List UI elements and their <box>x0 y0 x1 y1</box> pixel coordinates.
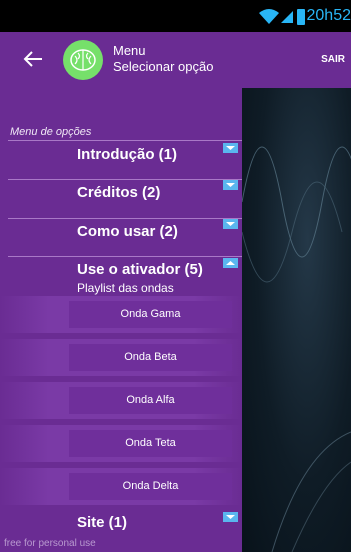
list-item: Onda Alfa <box>0 382 242 419</box>
status-time: 20h52 <box>306 7 351 24</box>
battery-icon <box>297 9 305 25</box>
exit-button[interactable]: SAIR <box>321 54 345 65</box>
divider <box>8 140 242 141</box>
divider <box>8 218 242 219</box>
menu-group-creditos[interactable]: Créditos (2) <box>8 179 242 219</box>
list-item: Onda Gama <box>0 296 242 333</box>
playlist-description: Playlist das ondas <box>77 281 174 295</box>
background-video <box>242 32 351 552</box>
menu-group-label: Use o ativador (5) <box>77 261 203 278</box>
watermark-text: free for personal use <box>4 538 96 549</box>
app-logo-avatar <box>63 40 103 80</box>
back-arrow-icon[interactable] <box>22 48 44 70</box>
status-bar: 20h52 <box>0 0 351 32</box>
menu-group-como-usar[interactable]: Como usar (2) <box>8 218 242 258</box>
onda-gama-button[interactable]: Onda Gama <box>69 301 232 328</box>
onda-beta-button[interactable]: Onda Beta <box>69 344 232 371</box>
expand-indicator-icon <box>223 180 238 190</box>
menu-group-label: Créditos (2) <box>77 184 161 201</box>
expand-indicator-icon <box>223 512 238 522</box>
app-bar: Menu Selecionar opção SAIR <box>0 32 351 88</box>
app-bar-title: Menu <box>113 43 146 58</box>
divider <box>8 179 242 180</box>
divider <box>8 256 242 257</box>
menu-group-label: Como usar (2) <box>77 223 178 240</box>
wifi-icon <box>259 9 279 24</box>
menu-group-introducao[interactable]: Introdução (1) <box>8 140 242 180</box>
onda-teta-button[interactable]: Onda Teta <box>69 430 232 457</box>
list-item: Onda Delta <box>0 468 242 505</box>
onda-alfa-button[interactable]: Onda Alfa <box>69 387 232 414</box>
expand-indicator-icon <box>223 219 238 229</box>
expand-indicator-icon <box>223 143 238 153</box>
list-item: Onda Beta <box>0 339 242 376</box>
onda-delta-button[interactable]: Onda Delta <box>69 473 232 500</box>
menu-group-label: Site (1) <box>77 514 128 531</box>
collapse-indicator-icon <box>223 258 238 268</box>
list-item: Onda Teta <box>0 425 242 462</box>
app-bar-subtitle: Selecionar opção <box>113 59 214 74</box>
menu-group-label: Introdução (1) <box>77 146 177 163</box>
menu-caption: Menu de opções <box>10 126 92 138</box>
signal-icon <box>281 11 293 23</box>
navigation-drawer: Menu de opções Introdução (1) Créditos (… <box>0 88 242 552</box>
brain-icon <box>70 49 96 71</box>
